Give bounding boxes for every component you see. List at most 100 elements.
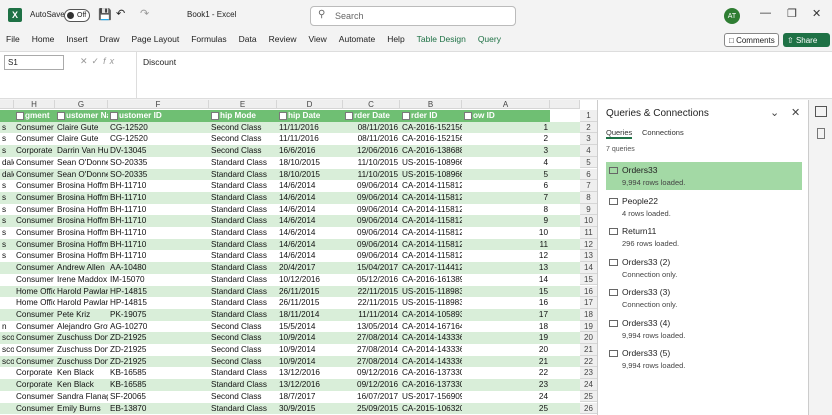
table-cell[interactable]: s bbox=[0, 215, 14, 227]
table-cell[interactable]: ZD-21925 bbox=[108, 332, 209, 344]
table-cell[interactable]: 10/9/2014 bbox=[277, 332, 343, 344]
table-cell[interactable]: CA-2014-115812 bbox=[400, 180, 462, 192]
table-cell[interactable]: 09/06/2014 bbox=[343, 227, 400, 239]
table-cell[interactable]: 2 bbox=[462, 133, 550, 145]
table-cell[interactable]: Consumer bbox=[14, 250, 55, 262]
tab-file[interactable]: File bbox=[0, 32, 26, 49]
table-cell[interactable]: CA-2014-115812 bbox=[400, 239, 462, 251]
table-cell[interactable]: Harold Pawlan bbox=[55, 297, 108, 309]
tab-review[interactable]: Review bbox=[263, 32, 303, 49]
table-cell[interactable]: 08/11/2016 bbox=[343, 133, 400, 145]
table-cell[interactable]: CA-2016-137330 bbox=[400, 379, 462, 391]
table-cell[interactable]: 11 bbox=[462, 239, 550, 251]
table-cell[interactable]: CA-2016-152156 bbox=[400, 122, 462, 134]
filter-dropdown-icon[interactable] bbox=[16, 111, 24, 120]
table-cell[interactable]: BH-11710 bbox=[108, 180, 209, 192]
table-cell[interactable]: 10/9/2014 bbox=[277, 344, 343, 356]
row-number[interactable]: 17 bbox=[580, 297, 597, 309]
formula-input[interactable]: Discount bbox=[136, 52, 832, 99]
undo-icon[interactable]: ↶ bbox=[116, 7, 125, 20]
table-cell[interactable]: Second Class bbox=[209, 344, 277, 356]
table-cell[interactable]: Standard Class bbox=[209, 403, 277, 415]
table-cell[interactable]: Claire Gute bbox=[55, 133, 108, 145]
table-cell[interactable]: BH-11710 bbox=[108, 250, 209, 262]
table-cell[interactable]: KB-16585 bbox=[108, 367, 209, 379]
table-cell[interactable]: Second Class bbox=[209, 145, 277, 157]
column-header[interactable]: F bbox=[108, 100, 209, 109]
table-cell[interactable]: 11/11/2016 bbox=[277, 122, 343, 134]
table-cell[interactable]: Consumer bbox=[14, 192, 55, 204]
table-cell[interactable]: 10 bbox=[462, 227, 550, 239]
table-cell[interactable]: Standard Class bbox=[209, 227, 277, 239]
table-cell[interactable]: 27/08/2014 bbox=[343, 356, 400, 368]
tab-view[interactable]: View bbox=[303, 32, 333, 49]
tab-connections[interactable]: Connections bbox=[642, 128, 684, 137]
row-number[interactable]: 11 bbox=[580, 227, 597, 239]
column-header[interactable] bbox=[0, 100, 14, 109]
table-cell[interactable]: Sean O'Donnell bbox=[55, 169, 108, 181]
table-cell[interactable]: 09/06/2014 bbox=[343, 239, 400, 251]
table-cell[interactable]: 10/12/2016 bbox=[277, 274, 343, 286]
table-cell[interactable]: Standard Class bbox=[209, 274, 277, 286]
table-cell[interactable]: Standard Class bbox=[209, 250, 277, 262]
table-cell[interactable]: HP-14815 bbox=[108, 297, 209, 309]
table-cell[interactable] bbox=[0, 262, 14, 274]
table-cell[interactable]: Brosina Hoffman bbox=[55, 180, 108, 192]
table-cell[interactable]: 13/12/2016 bbox=[277, 367, 343, 379]
row-number[interactable]: 13 bbox=[580, 250, 597, 263]
table-cell[interactable]: 11/10/2015 bbox=[343, 157, 400, 169]
table-cell[interactable]: US-2015-118983 bbox=[400, 297, 462, 309]
table-cell[interactable]: CA-2016-161389 bbox=[400, 274, 462, 286]
filter-dropdown-icon[interactable] bbox=[464, 111, 472, 120]
table-cell[interactable]: 16/07/2017 bbox=[343, 391, 400, 403]
table-cell[interactable]: CA-2014-167164 bbox=[400, 321, 462, 333]
table-cell[interactable]: IM-15070 bbox=[108, 274, 209, 286]
row-number[interactable]: 10 bbox=[580, 215, 597, 227]
row-number[interactable]: 12 bbox=[580, 238, 597, 251]
table-cell[interactable]: SO-20335 bbox=[108, 157, 209, 169]
table-cell[interactable]: 09/06/2014 bbox=[343, 180, 400, 192]
table-cell[interactable]: 18 bbox=[462, 321, 550, 333]
table-cell[interactable]: Home Office bbox=[14, 286, 55, 298]
table-cell[interactable]: CA-2014-115812 bbox=[400, 192, 462, 204]
table-cell[interactable]: Harold Pawlan bbox=[55, 286, 108, 298]
row-number[interactable]: 24 bbox=[580, 379, 597, 391]
table-cell[interactable]: 14 bbox=[462, 274, 550, 286]
table-cell[interactable] bbox=[0, 274, 14, 286]
table-cell[interactable]: Ken Black bbox=[55, 379, 108, 391]
column-header[interactable] bbox=[550, 100, 580, 109]
filter-dropdown-icon[interactable] bbox=[345, 111, 353, 120]
table-cell[interactable]: Consumer bbox=[14, 262, 55, 274]
table-cell[interactable]: Standard Class bbox=[209, 297, 277, 309]
table-cell[interactable]: Second Class bbox=[209, 133, 277, 145]
table-cell[interactable]: Andrew Allen bbox=[55, 262, 108, 274]
table-cell[interactable] bbox=[0, 286, 14, 298]
table-cell[interactable]: 24 bbox=[462, 391, 550, 403]
table-cell[interactable]: s bbox=[0, 250, 14, 262]
row-number[interactable]: 23 bbox=[580, 367, 597, 380]
table-header-cell[interactable]: gment bbox=[14, 110, 55, 122]
table-cell[interactable]: 15/5/2014 bbox=[277, 321, 343, 333]
query-item[interactable]: Return11 296 rows loaded. bbox=[606, 223, 802, 251]
table-header-cell[interactable]: ustomer ID bbox=[108, 110, 209, 122]
row-number[interactable]: 14 bbox=[580, 262, 597, 274]
table-cell[interactable]: SO-20335 bbox=[108, 169, 209, 181]
table-cell[interactable]: 22/11/2015 bbox=[343, 297, 400, 309]
table-cell[interactable]: 14/6/2014 bbox=[277, 250, 343, 262]
table-cell[interactable]: Emily Burns bbox=[55, 403, 108, 415]
table-cell[interactable]: Standard Class bbox=[209, 180, 277, 192]
table-cell[interactable]: Zuschuss Donatelli bbox=[55, 356, 108, 368]
table-cell[interactable]: s bbox=[0, 239, 14, 251]
filter-dropdown-icon[interactable] bbox=[402, 111, 410, 120]
table-header-cell[interactable]: rder Date bbox=[343, 110, 400, 122]
table-cell[interactable]: 14/6/2014 bbox=[277, 239, 343, 251]
table-cell[interactable]: Standard Class bbox=[209, 204, 277, 216]
table-cell[interactable]: CG-12520 bbox=[108, 122, 209, 134]
table-header-cell[interactable]: rder ID bbox=[400, 110, 462, 122]
table-cell[interactable]: Consumer bbox=[14, 239, 55, 251]
comments-button[interactable]: □ Comments bbox=[724, 33, 779, 47]
table-cell[interactable]: Corporate bbox=[14, 379, 55, 391]
column-header[interactable]: D bbox=[277, 100, 343, 109]
table-cell[interactable]: Brosina Hoffman bbox=[55, 192, 108, 204]
table-cell[interactable]: 08/11/2016 bbox=[343, 122, 400, 134]
